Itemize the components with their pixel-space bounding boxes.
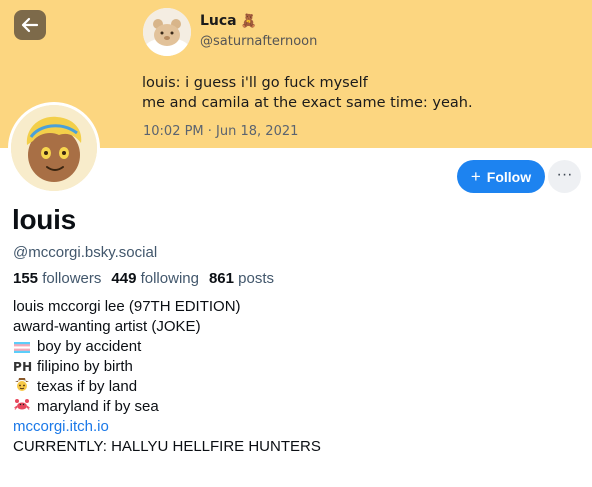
posts-stat: 861 posts (209, 270, 274, 287)
posts-label: posts (238, 270, 275, 287)
followers-label: followers (42, 270, 102, 287)
bio-line: maryland if by sea (13, 397, 321, 417)
embedded-post-line: louis: i guess i'll go fuck myself (142, 75, 368, 91)
embedded-post-handle: @saturnafternoon (200, 34, 318, 49)
bio-line-text: maryland if by sea (37, 398, 159, 415)
ellipsis-icon: ··· (556, 165, 573, 183)
more-options-button[interactable]: ··· (548, 160, 581, 193)
follow-button[interactable]: + Follow (457, 160, 545, 193)
back-button[interactable] (14, 10, 46, 40)
posts-count: 861 (208, 270, 234, 287)
teddy-bear-icon: 🧸 (240, 14, 257, 29)
ph-flag-icon: PH (13, 360, 33, 374)
embedded-post-avatar (143, 8, 191, 56)
bio-link[interactable]: mccorgi.itch.io (13, 417, 109, 437)
embedded-post-text: louis: i guess i'll go fuck myself me an… (142, 73, 473, 113)
profile-handle: @mccorgi.bsky.social (13, 244, 158, 261)
follow-button-label: Follow (486, 168, 532, 185)
bio-line: PH filipino by birth (13, 357, 321, 377)
crab-icon (13, 396, 31, 418)
followers-count: 155 (13, 270, 39, 287)
bio-line-text: filipino by birth (37, 358, 133, 375)
profile-stats: 155 followers 449 following 861 posts (13, 270, 274, 287)
profile-bio: louis mccorgi lee (97TH EDITION) award-w… (13, 297, 321, 457)
bio-line-text: boy by accident (37, 338, 142, 355)
following-label: following (140, 270, 199, 287)
embedded-post-timestamp: 10:02 PM · Jun 18, 2021 (143, 124, 299, 139)
embedded-post-author: Luca 🧸 (200, 13, 257, 29)
profile-display-name: louis (12, 204, 76, 235)
bio-line: CURRENTLY: HALLYU HELLFIRE HUNTERS (13, 438, 321, 455)
bio-line: louis mccorgi lee (97TH EDITION) (13, 298, 241, 315)
bio-line: boy by accident (13, 337, 321, 357)
cowboy-hat-face-icon (13, 376, 31, 398)
embedded-post-author-name: Luca (200, 13, 237, 29)
transgender-flag-icon (13, 337, 31, 357)
following-count: 449 (111, 270, 137, 287)
bio-line: award-wanting artist (JOKE) (13, 318, 201, 335)
profile-avatar[interactable] (8, 102, 100, 194)
following-stat[interactable]: 449 following (111, 270, 199, 287)
embedded-post-line: me and camila at the exact same time: ye… (142, 95, 473, 111)
bio-line-text: texas if by land (37, 378, 138, 395)
arrow-left-icon (21, 17, 39, 33)
bio-line: mccorgi.itch.io (13, 417, 321, 437)
plus-icon: + (470, 166, 481, 186)
followers-stat[interactable]: 155 followers (13, 270, 101, 287)
bio-line: texas if by land (13, 377, 321, 397)
